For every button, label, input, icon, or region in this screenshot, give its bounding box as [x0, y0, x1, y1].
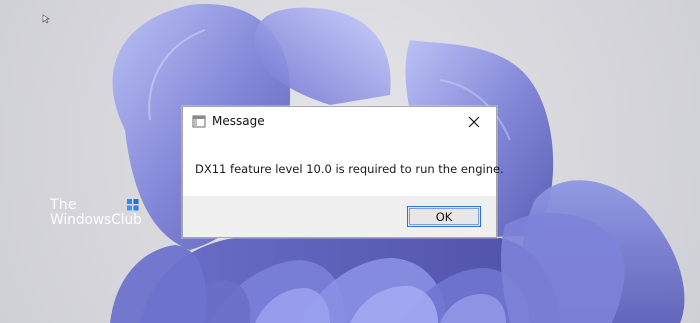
dialog-titlebar[interactable]: Message	[183, 107, 496, 138]
mouse-cursor-icon	[42, 14, 50, 24]
dialog-message: DX11 feature level 10.0 is required to r…	[195, 162, 504, 176]
windows-logo-icon	[127, 199, 139, 211]
close-button[interactable]	[453, 107, 495, 138]
watermark: The WindowsClub	[50, 198, 160, 238]
message-dialog: Message DX11 feature level 10.0 is requi…	[182, 106, 504, 238]
close-icon	[468, 116, 480, 128]
dialog-title: Message	[212, 114, 265, 128]
watermark-line-1: The	[50, 197, 77, 213]
watermark-line-2: WindowsClub	[50, 212, 142, 228]
button-bar: OK	[183, 196, 496, 237]
ok-button[interactable]: OK	[407, 206, 481, 227]
message-area: DX11 feature level 10.0 is required to r…	[183, 138, 504, 195]
ok-button-focus-ring	[409, 208, 479, 225]
window-app-icon	[192, 115, 206, 128]
